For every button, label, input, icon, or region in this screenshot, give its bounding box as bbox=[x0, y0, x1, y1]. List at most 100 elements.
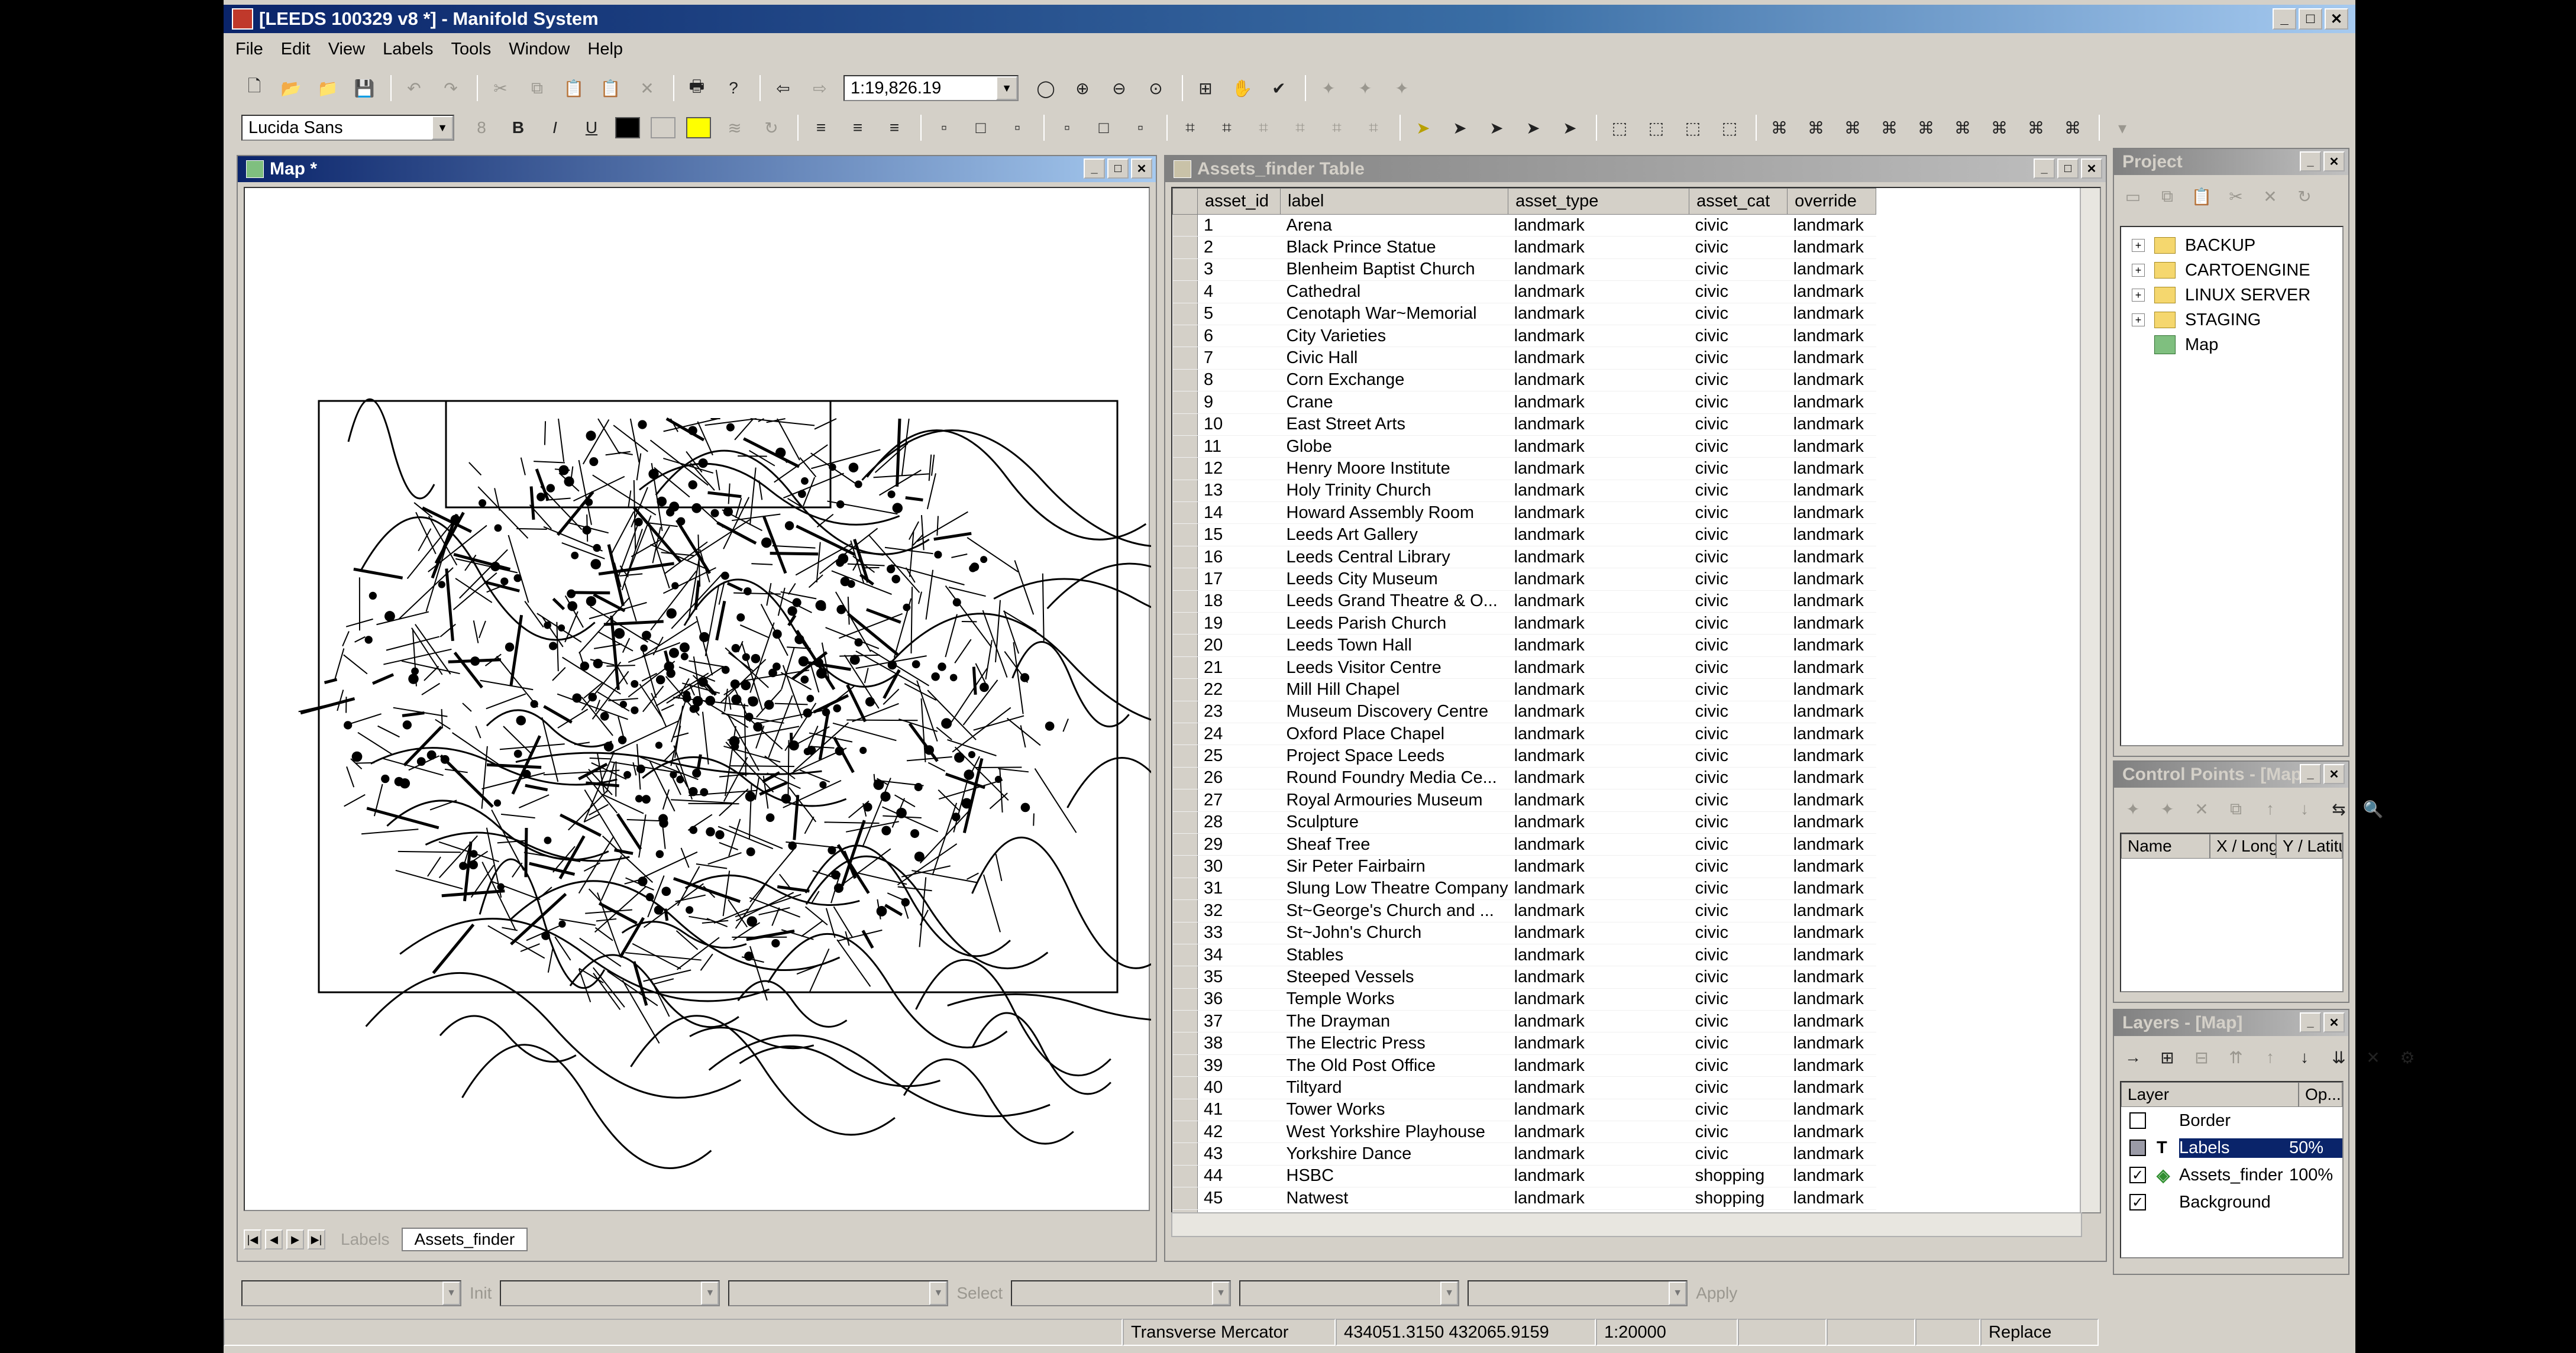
asset-point[interactable] bbox=[636, 764, 645, 773]
label-cell[interactable]: West Yorkshire Playhouse bbox=[1280, 1121, 1508, 1144]
asset-id-cell[interactable]: 2 bbox=[1197, 236, 1281, 259]
forward-arrow-icon[interactable]: ⇨ bbox=[807, 75, 833, 101]
row-header[interactable] bbox=[1172, 701, 1198, 723]
label-cell[interactable]: Museum Discovery Centre bbox=[1280, 701, 1508, 723]
override-cell[interactable]: landmark bbox=[1787, 1032, 1876, 1055]
asset-point[interactable] bbox=[657, 496, 667, 507]
expand-icon[interactable]: + bbox=[2132, 239, 2145, 252]
insert-icon-6[interactable]: ⌘ bbox=[1950, 115, 1976, 141]
font-name-combo[interactable]: Lucida Sans ▼ bbox=[241, 115, 454, 141]
open-project-icon[interactable]: 📁 bbox=[315, 75, 341, 101]
asset-type-cell[interactable]: landmark bbox=[1508, 833, 1689, 856]
asset-point[interactable] bbox=[416, 757, 426, 766]
asset-point[interactable] bbox=[655, 742, 662, 749]
overflow-icon[interactable]: ▾ bbox=[2109, 115, 2135, 141]
table-row[interactable]: 11 Globe landmark civic landmark bbox=[1172, 435, 1876, 458]
asset-type-cell[interactable]: landmark bbox=[1508, 325, 1689, 348]
asset-type-cell[interactable]: landmark bbox=[1508, 878, 1689, 901]
transform-combo-3[interactable]: ▼ bbox=[728, 1280, 949, 1306]
override-cell[interactable]: landmark bbox=[1787, 789, 1876, 812]
col-header-asset-type[interactable]: asset_type bbox=[1508, 188, 1690, 215]
label-cell[interactable]: Leeds Parish Church bbox=[1280, 612, 1508, 635]
label-cell[interactable]: Globe bbox=[1280, 435, 1508, 458]
select-box-icon[interactable]: ⬚ bbox=[1607, 115, 1633, 141]
row-header[interactable] bbox=[1172, 413, 1198, 436]
asset-point[interactable] bbox=[831, 870, 841, 880]
asset-point[interactable] bbox=[536, 492, 545, 501]
rotate-icon[interactable]: ↻ bbox=[758, 115, 784, 141]
label-cell[interactable]: Natwest bbox=[1280, 1187, 1508, 1210]
table-vertical-scrollbar[interactable] bbox=[2080, 188, 2100, 1212]
override-cell[interactable]: landmark bbox=[1787, 833, 1876, 856]
asset-point[interactable] bbox=[720, 571, 729, 580]
label-cell[interactable]: Yorkshire Dance bbox=[1280, 1142, 1508, 1166]
asset-type-cell[interactable]: landmark bbox=[1508, 303, 1689, 325]
asset-point[interactable] bbox=[748, 696, 755, 704]
label-cell[interactable]: Project Space Leeds bbox=[1280, 745, 1508, 768]
asset-point[interactable] bbox=[838, 553, 849, 564]
init-label[interactable]: Init bbox=[470, 1284, 492, 1303]
asset-cat-cell[interactable]: civic bbox=[1689, 988, 1788, 1011]
row-header[interactable] bbox=[1172, 966, 1198, 989]
override-cell[interactable]: landmark bbox=[1787, 899, 1876, 922]
asset-type-cell[interactable]: landmark bbox=[1508, 899, 1689, 922]
override-cell[interactable]: landmark bbox=[1787, 280, 1876, 303]
print-icon[interactable]: 🖶 bbox=[684, 75, 710, 101]
underline-button[interactable]: U bbox=[578, 115, 605, 141]
label-cell[interactable]: The Electric Press bbox=[1280, 1032, 1508, 1055]
override-cell[interactable]: landmark bbox=[1787, 723, 1876, 746]
row-header[interactable] bbox=[1172, 1121, 1198, 1144]
cp-find-icon[interactable]: 🔍 bbox=[2360, 796, 2386, 822]
asset-point[interactable] bbox=[951, 813, 961, 821]
label-tool-icon-5[interactable]: ⌗ bbox=[1324, 115, 1350, 141]
layer-delete-icon[interactable]: ✕ bbox=[2360, 1044, 2386, 1070]
asset-point[interactable] bbox=[887, 490, 896, 499]
label-cell[interactable]: Leeds Town Hall bbox=[1280, 634, 1508, 657]
asset-id-cell[interactable]: 37 bbox=[1197, 1010, 1281, 1033]
delete-icon[interactable]: ✕ bbox=[634, 75, 660, 101]
asset-point[interactable] bbox=[494, 524, 502, 532]
asset-type-cell[interactable]: landmark bbox=[1508, 568, 1689, 591]
asset-point[interactable] bbox=[426, 750, 437, 760]
table-row[interactable]: 2 Black Prince Statue landmark civic landmar… bbox=[1172, 236, 1876, 259]
asset-type-cell[interactable]: landmark bbox=[1508, 767, 1689, 790]
asset-point[interactable] bbox=[980, 556, 988, 564]
override-cell[interactable]: landmark bbox=[1787, 480, 1876, 503]
asset-point[interactable] bbox=[1020, 802, 1030, 813]
asset-point[interactable] bbox=[572, 693, 582, 703]
table-row[interactable]: 7 Civic Hall landmark civic landmark bbox=[1172, 347, 1876, 370]
table-row[interactable]: 16 Leeds Central Library landmark civic land… bbox=[1172, 546, 1876, 569]
row-header[interactable] bbox=[1172, 280, 1198, 303]
override-cell[interactable]: landmark bbox=[1787, 878, 1876, 901]
table-row[interactable]: 17 Leeds City Museum landmark civic landmark bbox=[1172, 568, 1876, 591]
override-cell[interactable]: landmark bbox=[1787, 325, 1876, 348]
row-header[interactable] bbox=[1172, 855, 1198, 878]
tree-item-backup[interactable]: + BACKUP bbox=[2121, 233, 2342, 258]
select-tool-icon[interactable]: ➤ bbox=[1410, 115, 1436, 141]
override-cell[interactable]: landmark bbox=[1787, 922, 1876, 944]
row-header[interactable] bbox=[1172, 1142, 1198, 1166]
layer-row-assets-finder[interactable]: ✓ ◈ Assets_finder 100% bbox=[2121, 1161, 2342, 1189]
asset-type-cell[interactable]: landmark bbox=[1508, 1010, 1689, 1033]
zoom-out-icon[interactable]: ⊖ bbox=[1106, 75, 1132, 101]
cp-add-2-icon[interactable]: ✦ bbox=[2154, 796, 2180, 822]
asset-point[interactable] bbox=[438, 581, 445, 588]
asset-cat-cell[interactable]: civic bbox=[1689, 966, 1788, 989]
asset-point[interactable] bbox=[792, 598, 801, 607]
asset-point[interactable] bbox=[544, 621, 552, 629]
asset-point[interactable] bbox=[764, 700, 774, 710]
row-header[interactable] bbox=[1172, 1187, 1198, 1210]
asset-id-cell[interactable]: 24 bbox=[1197, 723, 1281, 746]
asset-point[interactable] bbox=[794, 635, 804, 645]
asset-point[interactable] bbox=[586, 596, 596, 607]
zoom-to-fit-icon[interactable]: ◯ bbox=[1033, 75, 1059, 101]
table-row[interactable]: 28 Sculpture landmark civic landmark bbox=[1172, 811, 1876, 834]
asset-point[interactable] bbox=[910, 829, 920, 839]
asset-id-cell[interactable]: 38 bbox=[1197, 1032, 1281, 1055]
asset-point[interactable] bbox=[751, 653, 761, 663]
layer-visibility-checkbox[interactable]: ✓ bbox=[2129, 1167, 2146, 1183]
project-copy-icon[interactable]: ⧉ bbox=[2154, 183, 2180, 209]
row-header[interactable] bbox=[1172, 1010, 1198, 1033]
asset-cat-cell[interactable]: civic bbox=[1689, 1054, 1788, 1077]
asset-id-cell[interactable]: 31 bbox=[1197, 878, 1281, 901]
